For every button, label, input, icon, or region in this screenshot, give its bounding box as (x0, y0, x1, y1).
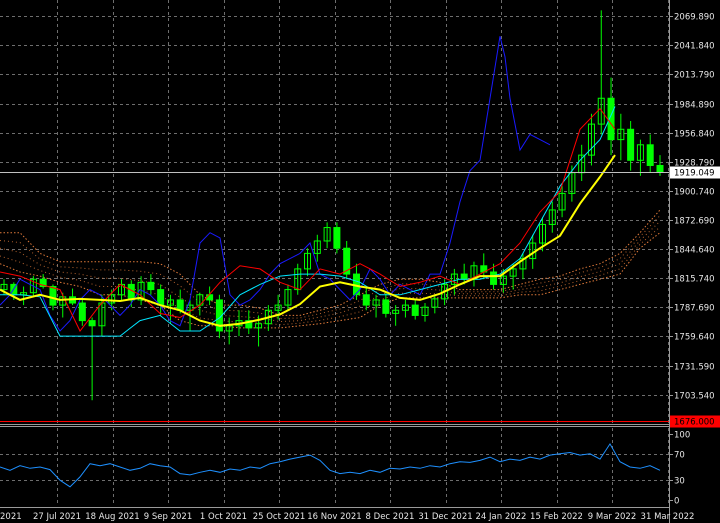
price-chart[interactable]: 2069.890 2041.840 2013.790 1984.890 1956.840… (0, 0, 720, 523)
price-tick-label: 1900.740 (674, 188, 715, 198)
candle-body (49, 285, 57, 306)
candle-body (656, 164, 664, 173)
candle-body (646, 144, 654, 166)
current-price-value: 1919.049 (674, 169, 715, 179)
date-label: 16 Nov 2021 (307, 512, 361, 522)
alert-level-value: 1676.000 (674, 418, 715, 428)
price-tick-label: 1844.640 (674, 246, 715, 256)
price-tick-label: 1815.740 (674, 275, 715, 285)
candle-body (490, 271, 498, 285)
candle-body (127, 283, 135, 301)
price-tick-label: 1787.690 (674, 304, 715, 314)
rsi-tick-label: 0 (674, 497, 679, 507)
date-label: 31 Dec 2021 (418, 512, 472, 522)
candle-body (88, 320, 96, 327)
candle-body (147, 281, 155, 291)
candle-body (382, 299, 390, 314)
candle-body (460, 273, 468, 280)
candle-body (627, 128, 635, 161)
candle-body (411, 304, 419, 316)
rsi-tick-label: 100 (674, 431, 690, 441)
price-tick-label: 1984.890 (674, 101, 715, 111)
date-label: 2021 (0, 512, 22, 522)
candle-body (176, 299, 184, 311)
date-label: 9 Mar 2022 (588, 512, 636, 522)
candle-body (362, 294, 370, 306)
date-label: 27 Jul 2021 (33, 512, 81, 522)
price-tick-label: 2069.890 (674, 13, 715, 23)
price-tick-label: 2041.840 (674, 42, 715, 52)
date-label: 9 Sep 2021 (144, 512, 192, 522)
date-label: 25 Oct 2021 (253, 512, 306, 522)
date-label: 8 Dec 2021 (366, 512, 415, 522)
chart-window: 2069.890 2041.840 2013.790 1984.890 1956.840… (0, 0, 720, 523)
candle-body (157, 289, 165, 306)
rsi-tick-label: 70 (674, 451, 685, 461)
date-label: 24 Jan 2022 (476, 512, 527, 522)
date-label: 1 Oct 2021 (200, 512, 247, 522)
rsi-tick-label: 30 (674, 477, 685, 487)
price-tick-label: 1956.840 (674, 130, 715, 140)
candle-body (333, 227, 341, 249)
candle-body (206, 294, 214, 301)
price-tick-label: 1872.690 (674, 217, 715, 227)
price-tick-label: 2013.790 (674, 71, 715, 81)
date-label: 31 Mar 2022 (641, 512, 695, 522)
price-tick-label: 1703.540 (674, 392, 715, 402)
candle-body (78, 302, 86, 322)
date-label: 15 Feb 2022 (530, 512, 583, 522)
price-tick-label: 1759.640 (674, 333, 715, 343)
price-tick-label: 1731.590 (674, 363, 715, 373)
date-label: 18 Aug 2021 (85, 512, 139, 522)
